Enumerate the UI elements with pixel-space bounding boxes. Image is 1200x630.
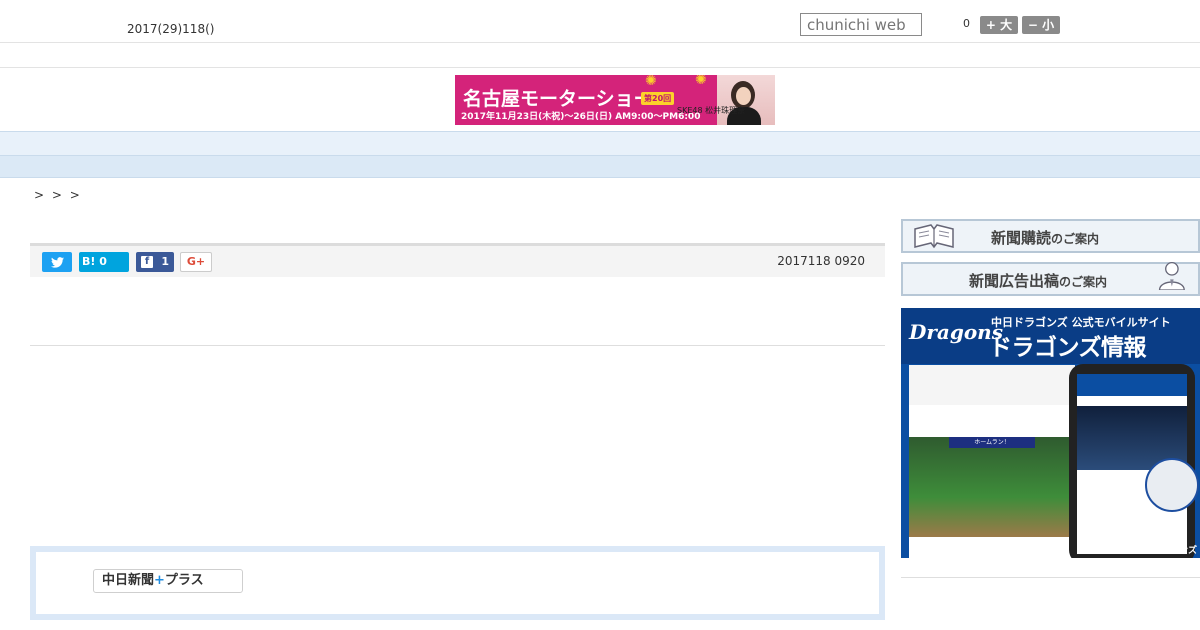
- google-plus-button[interactable]: G+: [180, 252, 212, 272]
- firework-icon: ✺: [695, 75, 707, 88]
- nav-item[interactable]: [513, 136, 521, 151]
- breadcrumb[interactable]: > > >: [34, 188, 82, 202]
- dragons-ad-title: ドラゴンズ情報: [989, 335, 1147, 361]
- banner-title: 名古屋モーターショー: [463, 88, 653, 110]
- nav-item[interactable]: [353, 136, 361, 151]
- twitter-icon: [50, 256, 64, 268]
- dragons-copyright: © 中日ドラゴンズ: [1122, 546, 1197, 556]
- search-input[interactable]: [800, 13, 922, 36]
- twitter-share-button[interactable]: [42, 252, 72, 272]
- sub-nav: [0, 155, 1200, 178]
- plus-logo-text: 中日新聞: [102, 573, 155, 588]
- person-icon: [1158, 261, 1185, 290]
- scoreboard-mock: [909, 365, 1075, 405]
- subscribe-label: 新聞購読のご案内: [991, 229, 1100, 247]
- main-nav: [0, 131, 1200, 155]
- article-timestamp: 2017118 0920: [777, 254, 865, 268]
- current-date: 2017(29)118(): [127, 22, 215, 36]
- chunichi-plus-box: 中日新聞+プラス: [30, 546, 885, 620]
- chunichi-plus-logo[interactable]: 中日新聞+プラス: [93, 569, 243, 593]
- mascot-icon: [1145, 458, 1199, 512]
- banner-sponsor: SKE48 松井珠理奈: [677, 106, 746, 115]
- chunichi-plus-inner: 中日新聞+プラス: [36, 552, 879, 614]
- top-bar: 2017(29)118() 0 + 大 − 小: [0, 0, 1200, 43]
- phone-header-mock: [1077, 374, 1187, 396]
- dragons-screen-mock: ホームラン！: [909, 365, 1075, 558]
- banner-photo-face: [736, 87, 751, 105]
- homerun-label: ホームラン！: [949, 437, 1035, 448]
- font-smaller-button[interactable]: − 小: [1022, 16, 1060, 34]
- subscribe-button[interactable]: 新聞購読のご案内: [901, 219, 1200, 253]
- nav-item[interactable]: [193, 136, 201, 151]
- advertise-button[interactable]: 新聞広告出稿のご案内: [901, 261, 1200, 296]
- facebook-icon: f: [141, 256, 153, 268]
- hatena-icon: B!: [82, 255, 96, 268]
- sub-header-bar: [0, 43, 1200, 68]
- share-bar: B! 0 f 1 G+ 2017118 0920: [30, 243, 885, 277]
- nav-item[interactable]: [673, 136, 681, 151]
- nav-item[interactable]: [593, 136, 601, 151]
- font-size-indicator: 0: [963, 17, 970, 30]
- motor-show-banner[interactable]: ✺ ✺ 名古屋モーターショー 第20回 2017年11月23日(木祝)〜26日(…: [455, 75, 775, 125]
- font-bigger-button[interactable]: + 大: [980, 16, 1018, 34]
- banner-dates: 2017年11月23日(木祝)〜26日(日) AM9:00〜PM6:00: [461, 112, 701, 122]
- nav-item[interactable]: [273, 136, 281, 151]
- plus-icon: +: [154, 573, 165, 588]
- plus-logo-text-b: プラス: [164, 573, 204, 588]
- sidebar-divider: [901, 577, 1200, 578]
- dragons-mobile-ad[interactable]: Dragons 中日ドラゴンズ 公式モバイルサイト ドラゴンズ情報 ホームラン！…: [901, 308, 1200, 558]
- hatena-count: 0: [99, 255, 107, 268]
- baseball-field-mock: [909, 437, 1075, 537]
- nav-item[interactable]: [433, 136, 441, 151]
- facebook-share-button[interactable]: f 1: [136, 252, 174, 272]
- facebook-count: 1: [161, 255, 169, 268]
- nav-item[interactable]: [753, 136, 761, 151]
- banner-badge: 第20回: [641, 92, 675, 105]
- content-divider: [30, 345, 885, 346]
- nav-item[interactable]: [833, 136, 841, 151]
- advertise-label: 新聞広告出稿のご案内: [969, 272, 1108, 290]
- hatena-bookmark-button[interactable]: B! 0: [79, 252, 129, 272]
- newspaper-icon: [914, 224, 954, 249]
